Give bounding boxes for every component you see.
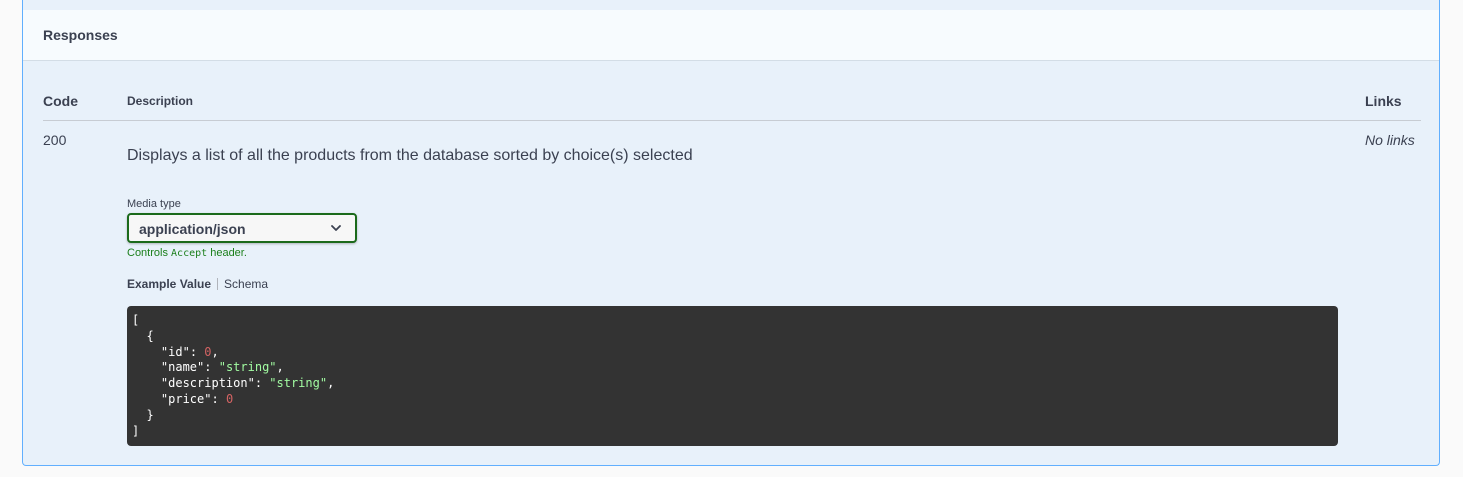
- json-close-brace: }: [146, 407, 154, 422]
- media-type-label: Media type: [127, 198, 181, 210]
- json-open-bracket: [: [132, 313, 140, 327]
- panel-top-strip: [23, 0, 1439, 10]
- chevron-down-icon: [331, 225, 341, 231]
- responses-title: Responses: [43, 27, 118, 43]
- media-type-value: application/json: [139, 221, 246, 237]
- media-type-select[interactable]: application/json: [127, 213, 357, 243]
- example-tabs: Example Value Schema: [127, 277, 268, 291]
- json-value-id: 0: [204, 344, 212, 359]
- tab-example-value[interactable]: Example Value: [127, 277, 211, 291]
- response-description: Displays a list of all the products from…: [127, 147, 693, 164]
- example-json: [ { "id": 0, "name": "string", "descript…: [132, 313, 335, 438]
- tab-separator: [217, 278, 219, 290]
- json-open-brace: {: [146, 328, 154, 343]
- responses-panel: Responses Code Description Links 200 No …: [22, 0, 1440, 466]
- json-key-id: "id": [160, 344, 190, 359]
- hint-prefix: Controls: [127, 247, 172, 259]
- hint-suffix: header.: [207, 247, 247, 259]
- json-key-price: "price": [160, 391, 212, 406]
- json-value-price: 0: [225, 391, 234, 406]
- json-close-bracket: ]: [132, 423, 140, 438]
- json-value-name: "string": [218, 360, 277, 375]
- controls-accept-hint: Controls Accept header.: [127, 247, 247, 259]
- json-key-description: "description": [160, 376, 255, 391]
- json-value-description: "string": [269, 376, 328, 391]
- json-key-name: "name": [160, 360, 205, 375]
- header-divider: [43, 120, 1421, 121]
- column-header-links: Links: [1365, 93, 1402, 109]
- column-header-code: Code: [43, 93, 78, 109]
- response-code: 200: [43, 132, 67, 148]
- example-value-code[interactable]: [ { "id": 0, "name": "string", "descript…: [127, 306, 1338, 446]
- hint-code: Accept: [171, 248, 208, 259]
- responses-header: Responses: [23, 10, 1439, 61]
- tab-schema[interactable]: Schema: [224, 277, 268, 291]
- response-links: No links: [1365, 132, 1415, 148]
- column-header-description: Description: [127, 94, 194, 108]
